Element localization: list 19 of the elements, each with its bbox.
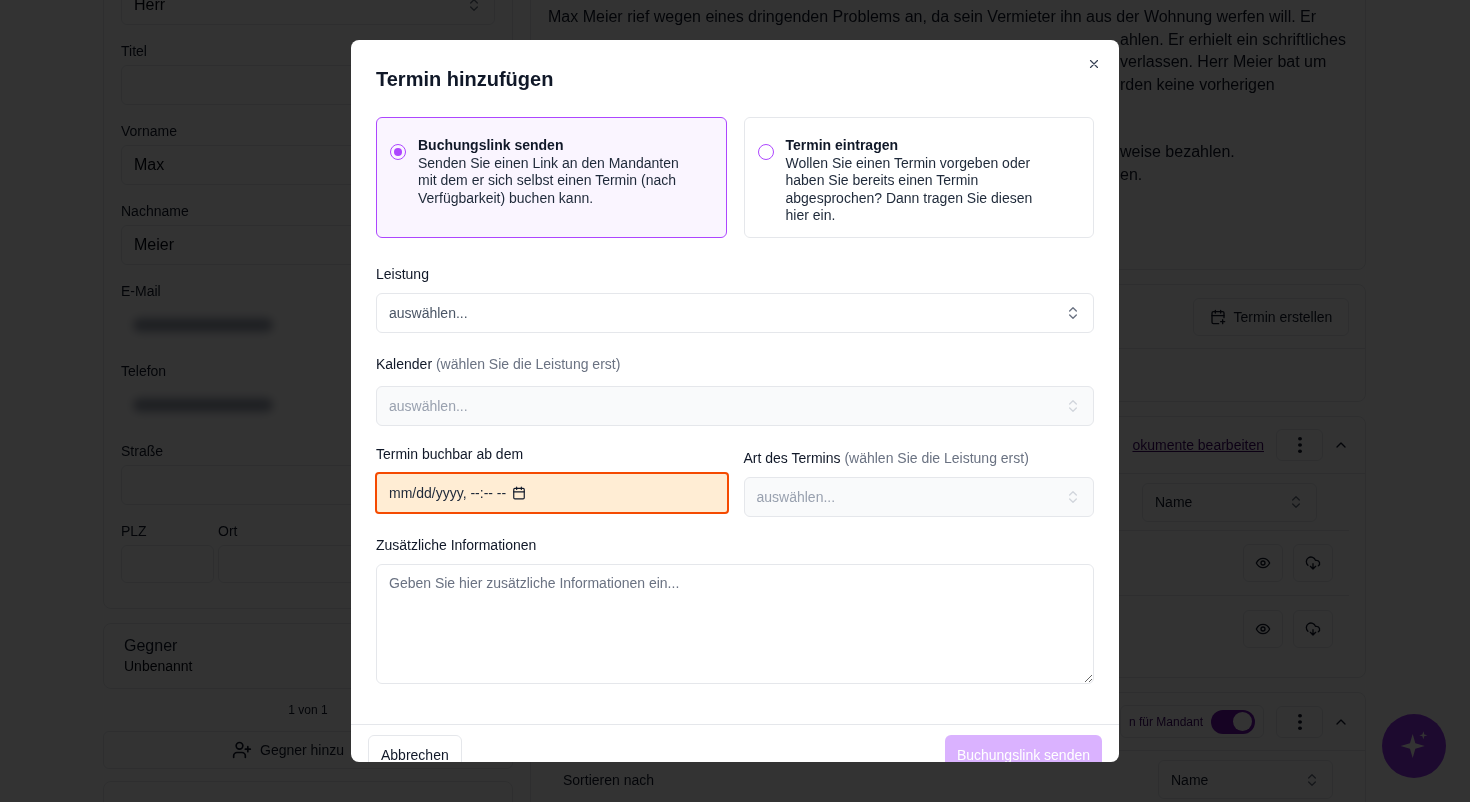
field-label: Leistung [376,265,430,284]
field-hint: (wählen Sie die Leistung erst) [435,356,621,372]
cancel-button[interactable]: Abbrechen [368,735,462,762]
option-title: Termin eintragen [785,137,900,155]
close-button[interactable] [1087,57,1101,71]
select-field[interactable]: auswählen... [376,293,1094,333]
option-card[interactable]: Termin eintragen Wollen Sie einen Termin vorgeben oder haben Sie bereits einen Termin abgesprochen? Dann tragen Sie diesen hier ein. [743,117,1094,238]
dialog-title: Termin hinzufügen [376,67,555,92]
field-label: Kalender [376,356,433,372]
field-label: Art des Termins [743,450,841,466]
field-label: Zusätzliche Informationen [376,536,538,555]
date-time-field[interactable]: mm/dd/yyyy, --:-- -- [375,472,729,514]
option-card[interactable]: Buchungslink senden Senden Sie einen Link an den Mandanten mit dem er sich selbst einen Termin (nach Verfügbarkeit) buchen kann. [376,117,727,238]
text-area[interactable]: Geben Sie hier zusätzliche Informationen ein... [376,564,1094,684]
close-icon [1087,57,1101,71]
field-label: Termin buchbar ab dem [376,445,525,464]
calendar-icon[interactable] [512,486,527,500]
option-description: Wollen Sie einen Termin vorgeben oder haben Sie bereits einen Termin abgesprochen? Dann tragen Sie diesen hier ein. [785,154,1034,225]
field-hint: (wählen Sie die Leistung erst) [844,450,1029,466]
